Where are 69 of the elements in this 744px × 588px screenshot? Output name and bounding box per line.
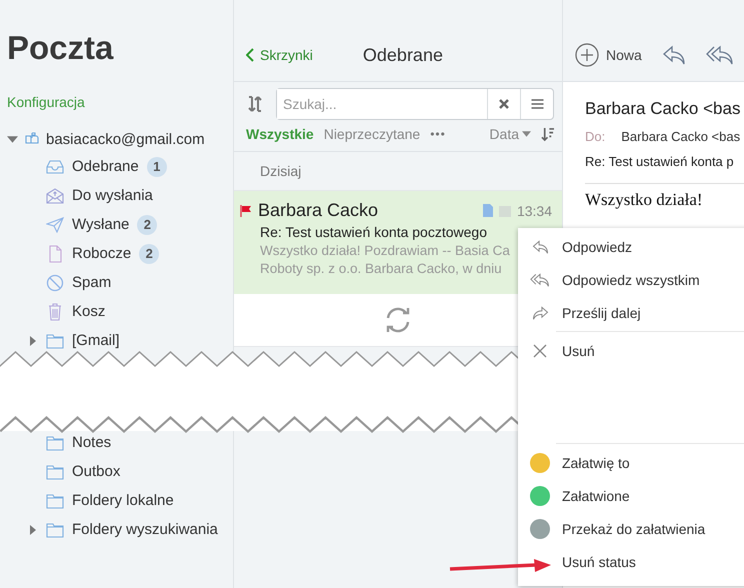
email-subject: Re: Test ustawień konta p — [585, 154, 735, 169]
menu-item[interactable]: Prześlij dalej — [562, 304, 641, 320]
back-link[interactable]: Skrzynki — [246, 47, 313, 63]
caret-icon[interactable] — [28, 524, 38, 534]
close-icon — [533, 344, 547, 358]
sender-address: Barbara Cacko <bas — [585, 99, 742, 119]
folder-item[interactable]: Odebrane — [72, 158, 139, 175]
menu-item[interactable]: Usuń — [562, 342, 595, 358]
email-body: Wszystko działa! — [585, 190, 704, 210]
folder-item[interactable]: Kosz — [72, 303, 106, 320]
forward-icon — [532, 306, 548, 320]
count-badge: 1 — [146, 156, 167, 176]
folder-item[interactable]: [Gmail] — [72, 332, 120, 349]
count-badge: 2 — [139, 244, 160, 264]
menu-item[interactable]: Odpowiedz — [562, 238, 632, 254]
to-label: Do: — [585, 129, 606, 144]
sort-order-icon[interactable] — [541, 126, 554, 142]
plus-icon — [575, 43, 599, 67]
close-icon — [499, 99, 509, 109]
recipient-address: Barbara Cacko <bas — [621, 129, 740, 144]
count-badge: 2 — [137, 214, 158, 234]
document-icon — [482, 204, 493, 217]
reply-icon[interactable] — [662, 45, 686, 65]
folder-item[interactable]: Wysłane — [72, 216, 130, 233]
message-preview: Wszystko działa! Pozdrawiam -- Basia Ca — [260, 243, 510, 258]
inbox-icon — [46, 158, 64, 174]
menu-item[interactable]: Załatwię to — [562, 454, 630, 470]
app-title: Poczta — [6, 28, 114, 68]
reply-all-icon — [530, 272, 550, 286]
search-bar[interactable]: Szukaj... — [276, 88, 554, 120]
folder-icon — [46, 332, 64, 348]
caret-icon[interactable] — [7, 134, 18, 144]
reply-all-icon[interactable] — [706, 45, 734, 65]
folder-item[interactable]: Spam — [72, 274, 112, 291]
list-title: Odebrane — [362, 44, 443, 66]
flag-icon[interactable] — [240, 204, 252, 216]
menu-item[interactable]: Przekaż do załatwienia — [562, 520, 706, 536]
message-time: 13:34 — [516, 202, 552, 218]
folder-icon — [46, 434, 64, 450]
sync-icon[interactable] — [246, 94, 264, 114]
more-button[interactable]: ••• — [430, 127, 446, 141]
menu-item[interactable]: Usuń status — [562, 554, 636, 570]
reply-icon — [532, 240, 548, 254]
caret-icon — [522, 131, 531, 137]
folder-item[interactable]: Foldery wyszukiwania — [72, 521, 218, 538]
message-preview: Roboty sp. z o.o. Barbara Cacko, w dniu — [260, 261, 502, 276]
menu-item[interactable]: Odpowiedz wszystkim — [562, 272, 700, 288]
menu-item[interactable]: Załatwione — [562, 488, 630, 504]
new-button[interactable]: Nowa — [575, 43, 642, 67]
folder-item[interactable]: Notes — [72, 434, 112, 451]
trash-icon — [46, 302, 64, 320]
folder-icon — [46, 492, 64, 508]
blocked-icon — [46, 274, 64, 292]
sender-name: Barbara Cacko — [258, 200, 378, 221]
folder-icon — [46, 464, 64, 480]
envelope-icon — [46, 188, 64, 204]
folder-item[interactable]: Robocze — [72, 245, 132, 262]
message-row[interactable]: Barbara Cacko 13:34 Re: Test ustawień konta pocztowego Wszystko działa! Pozdrawiam -- Basia Ca Roboty sp. z o.o. Barbara Cacko, w dniu — [234, 191, 562, 294]
refresh-icon[interactable] — [384, 306, 412, 334]
menu-icon — [530, 99, 544, 109]
caret-icon[interactable] — [28, 336, 38, 346]
chevron-left-icon — [246, 48, 254, 62]
message-subject: Re: Test ustawień konta pocztowego — [259, 224, 488, 240]
folder-icon — [46, 522, 64, 538]
paper-plane-icon — [46, 216, 64, 232]
folder-item[interactable]: Do wysłania — [72, 187, 153, 204]
account-label[interactable]: basiacacko@gmail.com — [46, 130, 205, 148]
folder-item[interactable]: Outbox — [72, 463, 120, 480]
folder-item[interactable]: Foldery lokalne — [72, 492, 174, 509]
